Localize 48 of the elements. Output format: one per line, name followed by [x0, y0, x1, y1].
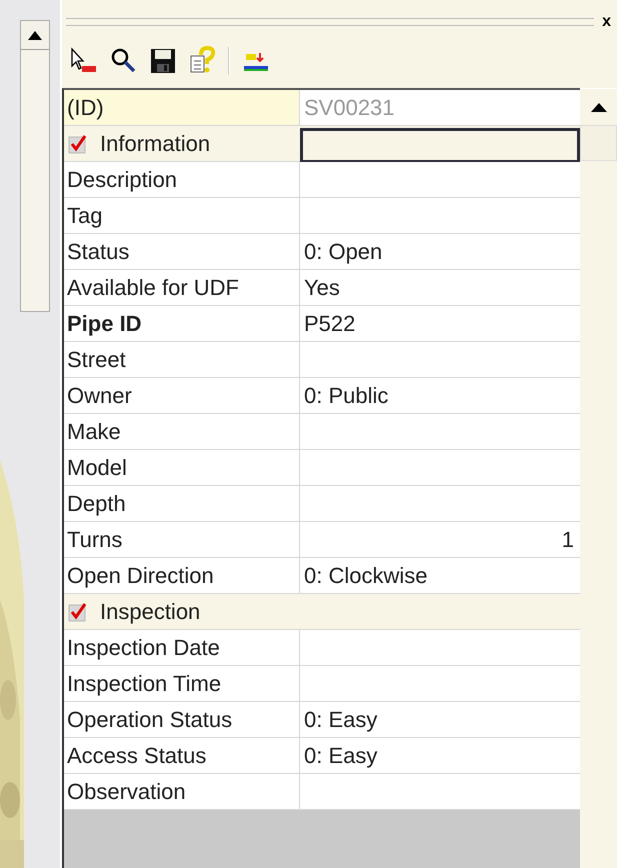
property-name: Model	[64, 450, 300, 485]
property-value[interactable]: 0: Clockwise	[300, 558, 580, 593]
value-cell[interactable]	[300, 198, 580, 233]
property-name: Access Status	[64, 738, 300, 773]
property-value: SV00231	[300, 90, 580, 125]
value-cell[interactable]	[300, 342, 580, 377]
category-row[interactable]: Inspection	[64, 594, 580, 630]
property-value[interactable]: Yes	[300, 270, 580, 305]
title-bar-grip[interactable]	[66, 18, 594, 26]
category-row[interactable]: Information	[64, 126, 580, 162]
property-name: Street	[64, 342, 300, 377]
scrollbar[interactable]	[20, 20, 50, 312]
property-value[interactable]: 0: Public	[300, 378, 580, 413]
up-arrow-icon	[590, 102, 606, 112]
checkbox[interactable]	[68, 602, 88, 622]
property-name: Inspection Date	[64, 630, 300, 665]
property-value[interactable]: P522	[300, 306, 580, 341]
property-name: Make	[64, 414, 300, 449]
property-name: Observation	[64, 774, 300, 809]
value-cell[interactable]	[300, 666, 580, 701]
scroll-thumb[interactable]	[580, 125, 617, 161]
property-name: Pipe ID	[64, 306, 300, 341]
property-name: Owner	[64, 378, 300, 413]
category-label: Inspection	[100, 598, 200, 624]
value-cell[interactable]	[300, 450, 580, 485]
value-cell[interactable]	[300, 630, 580, 665]
property-name: Depth	[64, 486, 300, 521]
property-name: Open Direction	[64, 558, 300, 593]
property-name: Turns	[64, 522, 300, 557]
close-button[interactable]: x	[600, 13, 613, 31]
property-name: Status	[64, 234, 300, 269]
value-cell[interactable]	[300, 162, 580, 197]
property-value[interactable]: 0: Easy	[300, 738, 580, 773]
property-name: Inspection Time	[64, 666, 300, 701]
property-name: Available for UDF	[64, 270, 300, 305]
value-cell[interactable]	[300, 774, 580, 809]
category-label: Information	[100, 130, 210, 156]
property-value[interactable]: 1	[300, 522, 580, 557]
property-name: Tag	[64, 198, 300, 233]
property-value[interactable]: 0: Easy	[300, 702, 580, 737]
value-cell[interactable]	[300, 414, 580, 449]
property-name: Description	[64, 162, 300, 197]
value-cell[interactable]	[300, 486, 580, 521]
property-name: (ID)	[64, 90, 300, 125]
property-name: Operation Status	[64, 702, 300, 737]
checkbox[interactable]	[68, 134, 88, 154]
up-arrow-icon[interactable]	[28, 30, 42, 40]
property-value[interactable]: 0: Open	[300, 234, 580, 269]
